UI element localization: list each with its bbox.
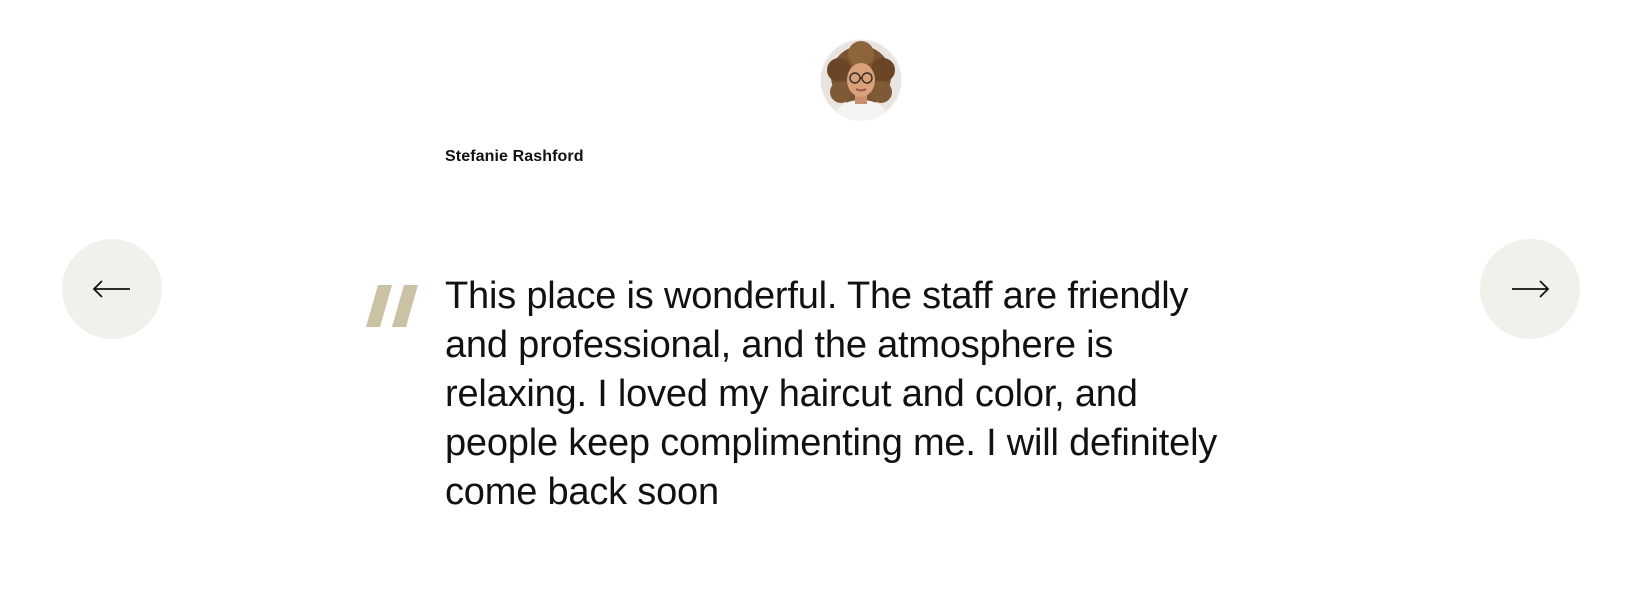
next-button[interactable] <box>1480 239 1580 339</box>
arrow-right-icon <box>1512 280 1550 298</box>
quote-mark-icon <box>364 285 420 327</box>
avatar <box>821 40 901 120</box>
avatar-photo <box>821 40 901 120</box>
arrow-left-icon <box>92 280 130 298</box>
testimonial-quote: This place is wonderful. The staff are f… <box>445 275 1218 513</box>
previous-button[interactable] <box>62 239 162 339</box>
author-name: Stefanie Rashford <box>445 148 584 165</box>
